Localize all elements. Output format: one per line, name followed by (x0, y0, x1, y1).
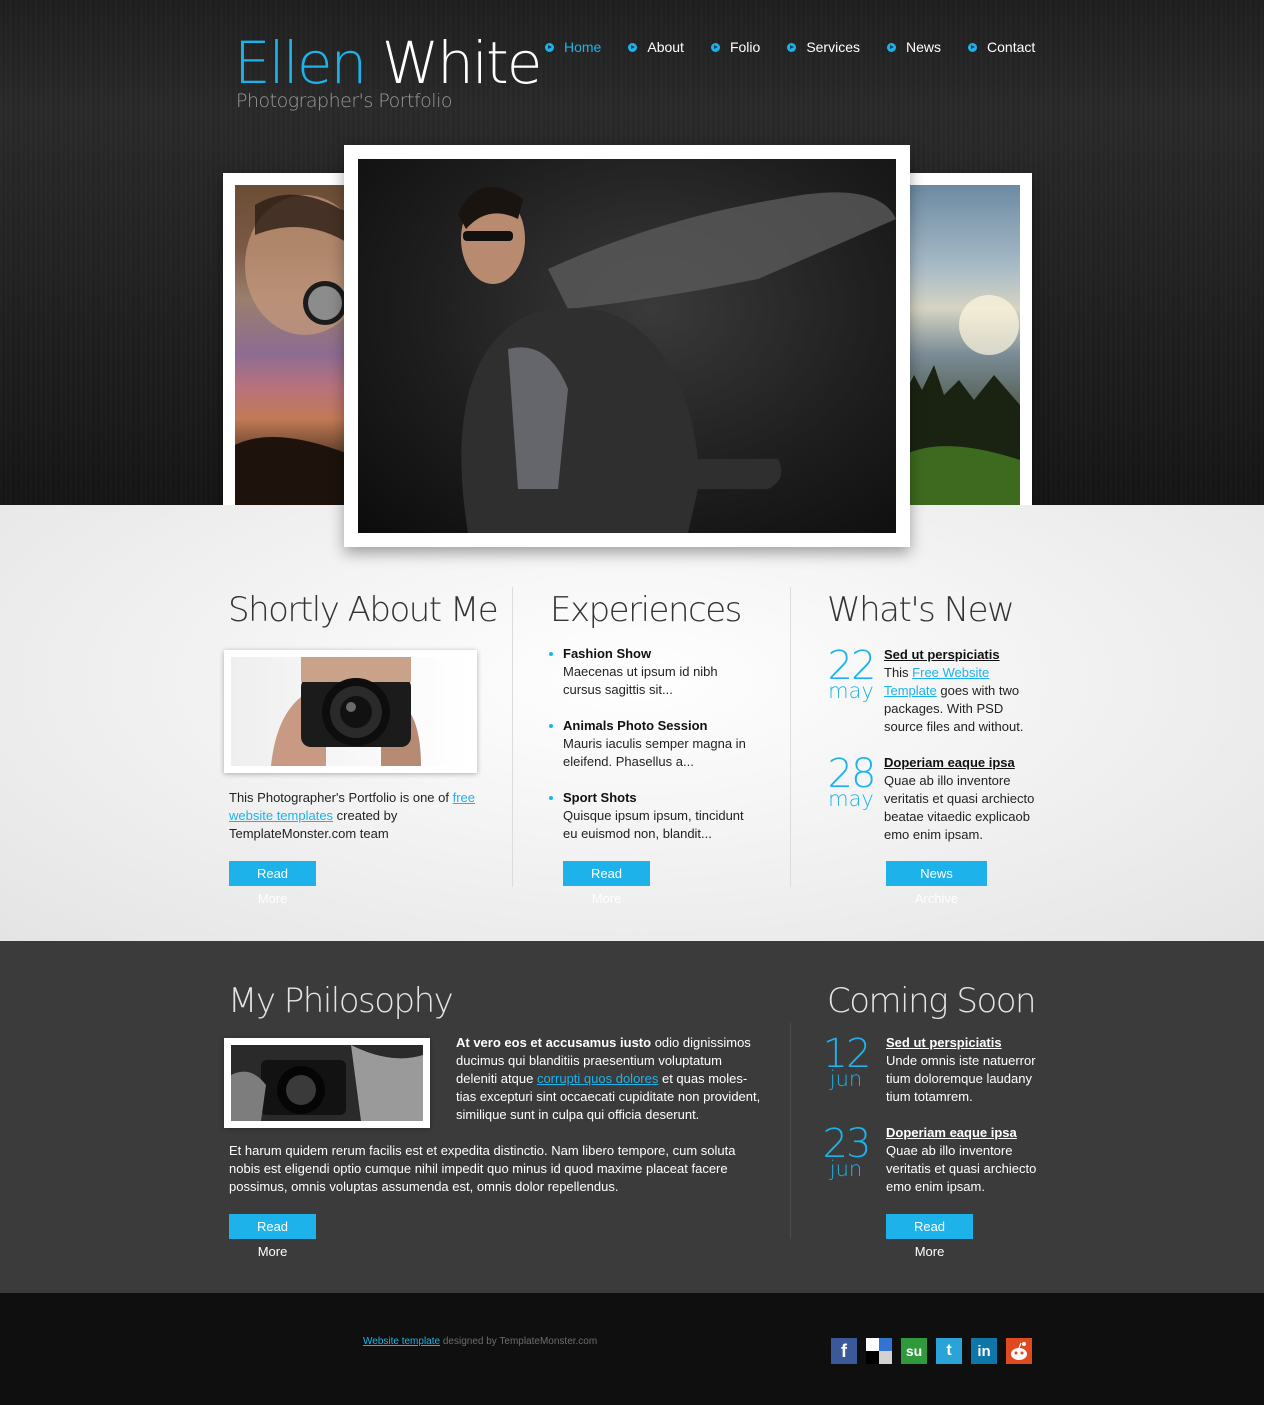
footer-credit-text: designed by TemplateMonster.com (440, 1336, 598, 1347)
column-divider (790, 587, 791, 887)
experience-title: Animals Photo Session (563, 718, 708, 733)
stumbleupon-icon[interactable]: su (901, 1338, 927, 1364)
footer-credit: Website template designed by TemplateMon… (363, 1336, 597, 1347)
column-divider (790, 1023, 791, 1239)
news-text: Quae ab illo inventore veritatis et quas… (884, 773, 1035, 842)
nav-label: Services (806, 39, 860, 55)
philosophy-photo-frame (224, 1038, 430, 1128)
footer: Website template designed by TemplateMon… (0, 1293, 1264, 1405)
experiences-heading: Experiences (550, 590, 742, 630)
about-read-more-button[interactable]: Read More (229, 861, 316, 906)
nav-home[interactable]: Home (545, 37, 601, 57)
news-date: 12 jun (821, 1034, 872, 1090)
nav-label: Home (564, 39, 602, 55)
nav-label: Folio (729, 39, 761, 55)
list-item[interactable]: Fashion Show Maecenas ut ipsum id nibh c… (549, 645, 759, 699)
photographer-bw-photo (231, 1045, 423, 1121)
news-text: This (884, 665, 913, 680)
news-text: Unde omnis iste natuerror tium doloremqu… (886, 1053, 1036, 1104)
nav-label: About (647, 39, 684, 55)
website-template-link[interactable]: Website template (363, 1336, 440, 1347)
logo-first-name: Ellen (234, 29, 367, 97)
slider-next-photo[interactable] (892, 173, 1032, 522)
logo-tagline: Photographer's Portfolio (236, 90, 452, 112)
experience-title: Sport Shots (563, 790, 637, 805)
news-title-link[interactable]: Sed ut perspiciatis (884, 646, 1044, 664)
philosophy-lead-bold: At vero eos et accusamus iusto (456, 1035, 652, 1050)
nav-services[interactable]: Services (787, 37, 860, 57)
news-body: Sed ut perspiciatis Unde omnis iste natu… (886, 1034, 1046, 1106)
list-item[interactable]: Animals Photo Session Mauris iaculis sem… (549, 717, 759, 771)
facebook-glyph: f (841, 1340, 847, 1361)
experience-desc: Maecenas ut ipsum id nibh cursus sagitti… (563, 664, 718, 697)
news-body: Doperiam eaque ipsa Quae ab illo invento… (884, 754, 1044, 844)
nav-label: News (906, 39, 942, 55)
about-text: This Photographer's Portfolio is one of … (229, 789, 479, 843)
coming-soon-heading: Coming Soon (827, 981, 1037, 1021)
nav-folio[interactable]: Folio (710, 37, 761, 57)
whats-new-heading: What's New (827, 590, 1015, 630)
news-date: 23 jun (821, 1124, 872, 1180)
linkedin-icon[interactable]: in (971, 1338, 997, 1364)
philosophy-section: My Philosophy At vero eos et accusamus i… (0, 941, 1264, 1293)
bullet-arrow-icon (968, 42, 978, 52)
nav-label: Contact (987, 39, 1036, 55)
about-text-part: This Photographer's Portfolio is one of (229, 790, 453, 805)
list-item[interactable]: Sport Shots Quisque ipsum ipsum, tincidu… (549, 789, 759, 843)
corrupti-link[interactable]: corrupti quos dolores (537, 1071, 658, 1086)
philosophy-heading: My Philosophy (228, 981, 454, 1021)
slider-main-photo[interactable] (344, 145, 910, 547)
news-text: Quae ab illo inventore veritatis et quas… (886, 1143, 1037, 1194)
news-month: may (828, 679, 874, 703)
news-title-link[interactable]: Doperiam eaque ipsa (884, 754, 1044, 772)
bullet-arrow-icon (787, 42, 797, 52)
nav-about[interactable]: About (628, 37, 684, 57)
experience-desc: Quisque ipsum ipsum, tincidunt eu euismo… (563, 808, 744, 841)
about-photo-frame (224, 650, 477, 773)
linkedin-glyph: in (977, 1342, 991, 1360)
news-archive-button[interactable]: News Archive (886, 861, 987, 906)
column-divider (512, 587, 513, 887)
reddit-icon[interactable] (1006, 1338, 1032, 1364)
logo-last-name: White (381, 29, 543, 97)
twitter-icon[interactable]: t (936, 1338, 962, 1364)
sky-trees-photo (904, 185, 1020, 510)
facebook-icon[interactable]: f (831, 1338, 857, 1364)
man-with-scarf-photo (358, 159, 896, 533)
philosophy-lead: At vero eos et accusamus iusto odio dign… (456, 1034, 761, 1124)
delicious-icon[interactable] (866, 1338, 892, 1364)
twitter-glyph: t (946, 1342, 952, 1359)
bullet-arrow-icon (710, 42, 720, 52)
portrait-sunglasses-photo (235, 185, 351, 510)
camera-photo (231, 657, 470, 766)
bullet-arrow-icon (887, 42, 896, 52)
experience-title: Fashion Show (563, 646, 652, 661)
bullet-arrow-icon (628, 42, 638, 52)
news-title-link[interactable]: Doperiam eaque ipsa (886, 1124, 1046, 1142)
philosophy-paragraph: Et harum quidem rerum facilis est et exp… (229, 1143, 736, 1194)
nav-news[interactable]: News (887, 37, 941, 57)
experiences-read-more-button[interactable]: Read More (563, 861, 650, 906)
news-body: Sed ut perspiciatis This Free Website Te… (884, 646, 1044, 736)
news-date: 28 may (826, 754, 877, 811)
coming-soon-read-more-button[interactable]: Read More (886, 1214, 973, 1259)
slider-prev-photo[interactable] (223, 173, 363, 522)
news-month: may (828, 787, 874, 811)
logo[interactable]: Ellen White (234, 28, 543, 98)
news-date: 22 may (826, 646, 877, 703)
main-nav: Home About Folio Services News Contact (545, 37, 1035, 57)
stumbleupon-glyph: su (905, 1343, 923, 1359)
nav-contact[interactable]: Contact (968, 37, 1035, 57)
philosophy-read-more-button[interactable]: Read More (229, 1214, 316, 1259)
about-heading: Shortly About Me (228, 590, 499, 630)
bullet-arrow-icon (545, 42, 554, 52)
experiences-list: Fashion Show Maecenas ut ipsum id nibh c… (549, 645, 759, 861)
experience-desc: Mauris iaculis semper magna in eleifend.… (563, 736, 746, 769)
news-body: Doperiam eaque ipsa Quae ab illo invento… (886, 1124, 1046, 1196)
news-title-link[interactable]: Sed ut perspiciatis (886, 1034, 1046, 1052)
